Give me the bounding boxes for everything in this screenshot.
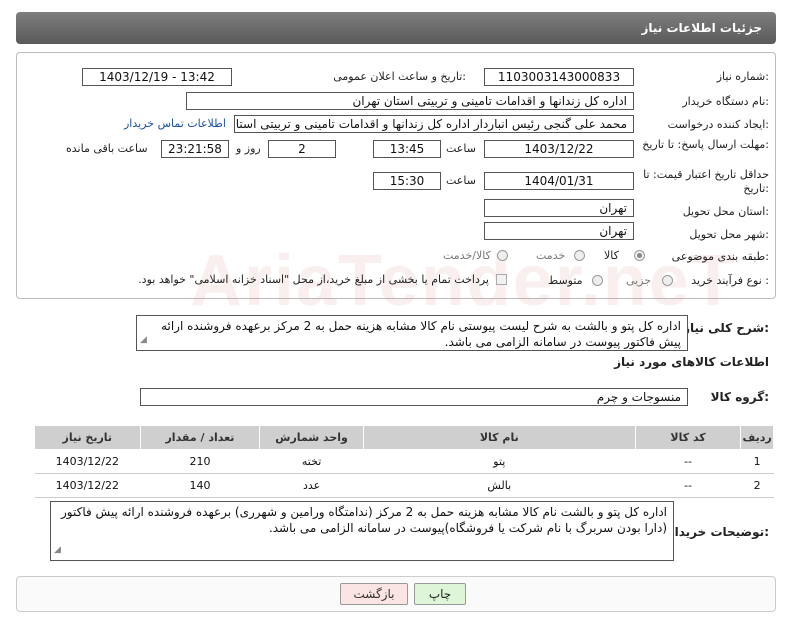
category-radio-both[interactable] — [497, 250, 508, 261]
row-code: -- — [635, 449, 741, 474]
row-idx: 1 — [740, 449, 774, 474]
city-label: شهر محل تحویل: — [689, 228, 769, 241]
row-date: 1403/12/22 — [34, 449, 141, 474]
validity-label: حداقل تاریخ اعتبار قیمت: تا تاریخ: — [643, 168, 769, 195]
table-row: 1 -- پتو تخته 210 1403/12/22 — [34, 449, 774, 474]
announce-field: 1403/12/19 - 13:42 — [82, 68, 232, 86]
items-table: ردیف کد کالا نام کالا واحد شمارش تعداد /… — [34, 425, 774, 498]
category-radio-goods[interactable] — [634, 250, 645, 261]
deadline-time-field: 13:45 — [373, 140, 441, 158]
table-header-row: ردیف کد کالا نام کالا واحد شمارش تعداد /… — [34, 425, 774, 450]
row-unit: تخته — [259, 449, 364, 474]
col-name: نام کالا — [362, 425, 636, 450]
process-option-medium: متوسط — [548, 274, 583, 287]
row-qty: 210 — [140, 449, 260, 474]
row-qty: 140 — [140, 473, 260, 498]
process-option-minor: جزیی — [626, 274, 652, 287]
buyer-notes-textarea[interactable]: اداره کل پتو و بالشت نام کالا مشابه هزین… — [50, 501, 674, 561]
buyer-notes-label: توضیحات خریدار: — [667, 525, 769, 539]
validity-date-field: 1404/01/31 — [484, 172, 634, 190]
table-row: 2 -- بالش عدد 140 1403/12/22 — [34, 473, 774, 498]
category-option-service: خدمت — [536, 249, 566, 262]
summary-label: شرح کلی نیاز: — [683, 321, 769, 335]
row-date: 1403/12/22 — [34, 473, 141, 498]
category-option-goods: کالا — [604, 249, 619, 262]
col-qty: تعداد / مقدار — [139, 425, 261, 450]
deadline-time-label: ساعت — [446, 142, 476, 155]
row-code: -- — [635, 473, 741, 498]
city-field: تهران — [484, 222, 634, 240]
back-button[interactable]: بازگشت — [340, 583, 408, 605]
payment-note: پرداخت تمام یا بخشی از مبلغ خرید،از محل … — [138, 273, 489, 286]
row-name: بالش — [363, 473, 636, 498]
col-date: تاریخ نیاز — [34, 425, 141, 450]
buyer-org-label: نام دستگاه خریدار: — [682, 95, 769, 108]
requester-field: محمد علی گنجی رئیس انباردار اداره کل زند… — [234, 115, 634, 133]
resize-handle-icon[interactable]: ◢ — [54, 542, 61, 558]
row-idx: 2 — [740, 473, 774, 498]
remaining-field: 23:21:58 — [161, 140, 229, 158]
row-unit: عدد — [259, 473, 364, 498]
buyer-notes-text: اداره کل پتو و بالشت نام کالا مشابه هزین… — [60, 505, 667, 535]
print-button[interactable]: چاپ — [414, 583, 466, 605]
summary-text: اداره کل پتو و بالشت به شرح لیست پیوستی … — [161, 319, 681, 349]
need-number-field: 1103003143000833 — [484, 68, 634, 86]
page-title: جزئیات اطلاعات نیاز — [641, 21, 762, 35]
province-label: استان محل تحویل: — [682, 205, 769, 218]
validity-time-label: ساعت — [446, 174, 476, 187]
days-label: روز و — [236, 142, 261, 155]
category-option-both: کالا/خدمت — [443, 249, 491, 262]
process-radio-medium[interactable] — [592, 275, 603, 286]
treasury-checkbox[interactable] — [496, 274, 507, 285]
resize-handle-icon[interactable]: ◢ — [140, 332, 147, 348]
validity-time-field: 15:30 — [373, 172, 441, 190]
deadline-label: مهلت ارسال پاسخ: تا تاریخ: — [642, 138, 769, 151]
row-name: پتو — [363, 449, 636, 474]
announce-label: تاریخ و ساعت اعلان عمومی: — [333, 70, 466, 83]
requester-label: ایجاد کننده درخواست: — [667, 118, 769, 131]
contact-info-link[interactable]: اطلاعات تماس خریدار — [124, 117, 226, 130]
deadline-date-field: 1403/12/22 — [484, 140, 634, 158]
page-header: جزئیات اطلاعات نیاز — [16, 12, 776, 44]
buyer-org-field: اداره کل زندانها و اقدامات تامینی و تربی… — [186, 92, 634, 110]
days-field: 2 — [268, 140, 336, 158]
goods-group-label: گروه کالا: — [710, 390, 769, 404]
remaining-label: ساعت باقی مانده — [66, 142, 148, 155]
category-radio-service[interactable] — [574, 250, 585, 261]
province-field: تهران — [484, 199, 634, 217]
category-label: طبقه بندی موضوعی: — [671, 250, 769, 263]
process-label: نوع فرآیند خرید : — [691, 274, 769, 287]
goods-section-title: اطلاعات کالاهای مورد نیاز — [614, 355, 769, 369]
col-code: کد کالا — [634, 425, 742, 450]
need-number-label: شماره نیاز: — [716, 70, 769, 83]
process-radio-minor[interactable] — [662, 275, 673, 286]
summary-textarea[interactable]: اداره کل پتو و بالشت به شرح لیست پیوستی … — [136, 315, 688, 351]
col-idx: ردیف — [740, 425, 774, 450]
items-table-wrapper: ردیف کد کالا نام کالا واحد شمارش تعداد /… — [34, 425, 774, 498]
goods-group-field: منسوجات و چرم — [140, 388, 688, 406]
col-unit: واحد شمارش — [259, 425, 364, 450]
